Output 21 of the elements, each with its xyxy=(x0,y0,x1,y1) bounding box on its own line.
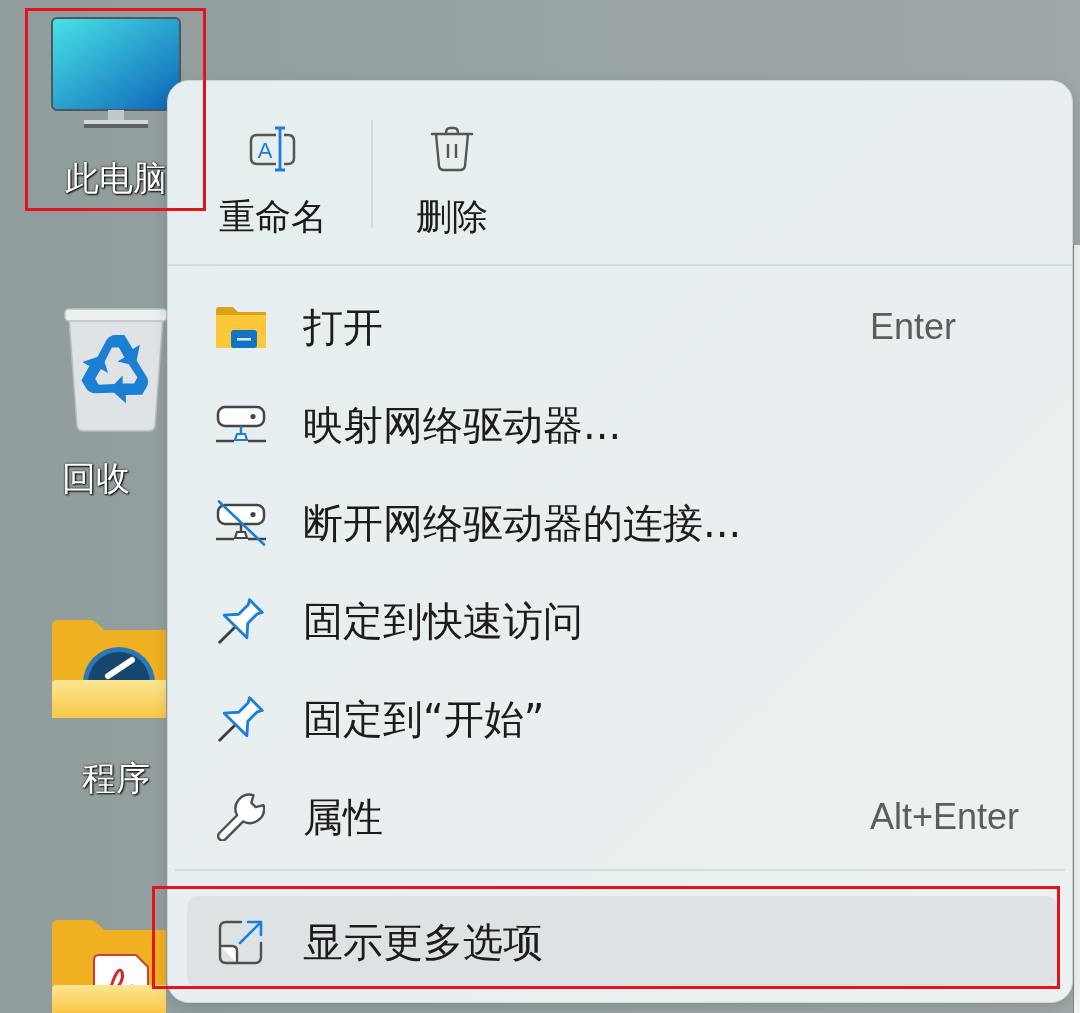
pin-icon xyxy=(216,694,266,744)
shortcut-text: Alt+Enter xyxy=(870,795,1020,839)
network-drive-crossed-icon xyxy=(216,500,266,546)
folder-icon xyxy=(216,306,266,348)
menu-item[interactable]: 固定到快速访问 xyxy=(187,572,1057,670)
folder-icon[interactable] xyxy=(52,620,166,718)
recycle-bin-icon[interactable] xyxy=(62,308,169,432)
wrench-icon xyxy=(217,793,265,841)
trash-icon xyxy=(428,125,475,173)
menu-item[interactable]: 属性 Alt+Enter xyxy=(187,768,1057,866)
menu-item[interactable]: 显示更多选项 xyxy=(187,896,1057,987)
menu-item[interactable]: 固定到“开始” xyxy=(187,670,1057,768)
menu-item[interactable]: 打开 Enter xyxy=(187,278,1057,376)
shortcut-text: Enter xyxy=(870,305,957,349)
folder-icon[interactable] xyxy=(52,920,166,1013)
pin-icon xyxy=(216,596,266,646)
rename-button[interactable]: A 重命名 xyxy=(200,106,345,256)
monitor-icon[interactable] xyxy=(50,17,181,129)
delete-button[interactable]: 删除 xyxy=(399,106,504,256)
menu-item[interactable]: 断开网络驱动器的连接... xyxy=(187,474,1057,572)
menu-item[interactable]: 映射网络驱动器... xyxy=(187,376,1057,474)
